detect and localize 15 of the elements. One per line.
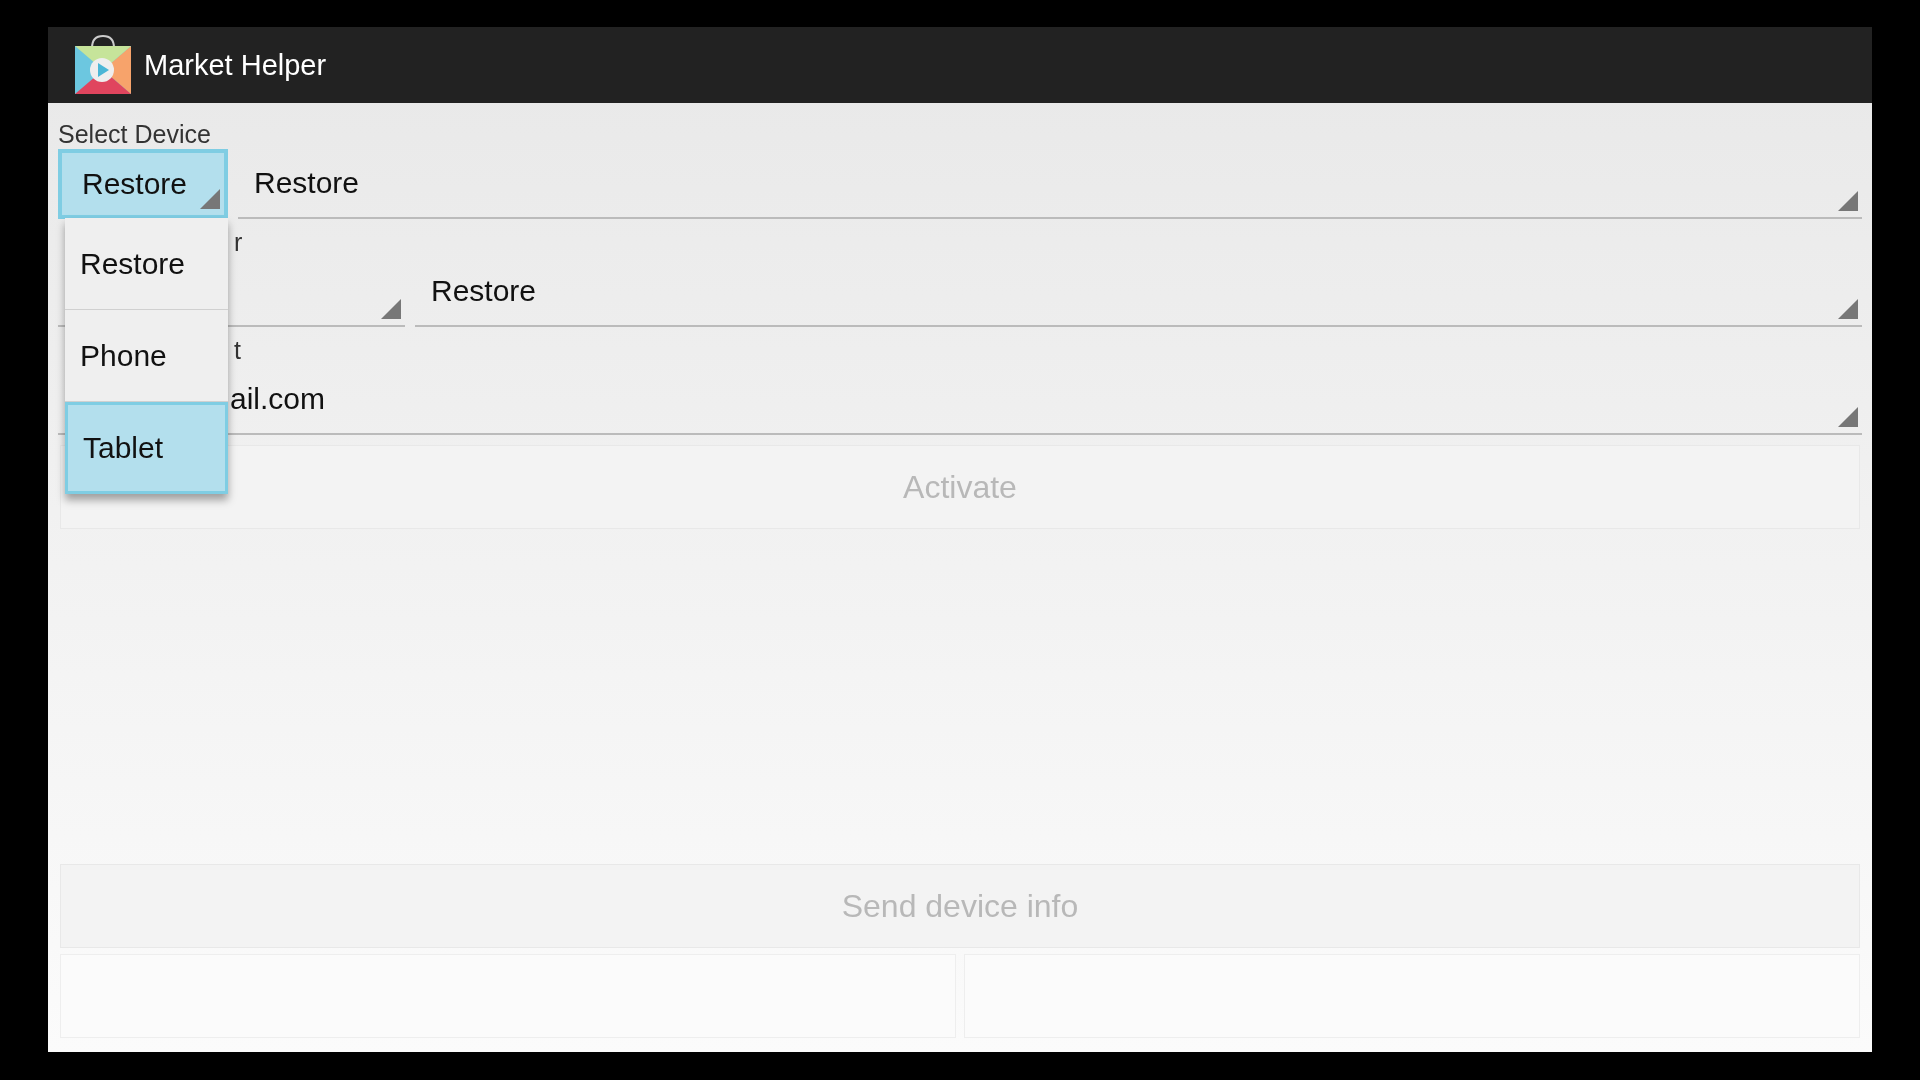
shopping-bag-icon [72,34,134,96]
field-label: t [234,336,241,365]
dropdown-triangle-icon [1838,191,1858,211]
dropdown-triangle-icon [381,299,401,319]
dropdown-spinner[interactable]: Restore [415,257,1862,327]
dropdown-option[interactable]: Tablet [65,402,228,494]
dropdown-triangle-icon [200,189,220,209]
dropdown-spinner[interactable]: Restore [58,149,228,219]
field-label: r [234,228,243,257]
dropdown-triangle-icon [1838,407,1858,427]
dropdown-option[interactable]: Restore [65,218,228,310]
dropdown-spinner[interactable]: Restore [238,149,1862,219]
field-label: Select Device [58,120,211,149]
app-title: Market Helper [144,48,327,82]
dropdown-triangle-icon [1838,299,1858,319]
